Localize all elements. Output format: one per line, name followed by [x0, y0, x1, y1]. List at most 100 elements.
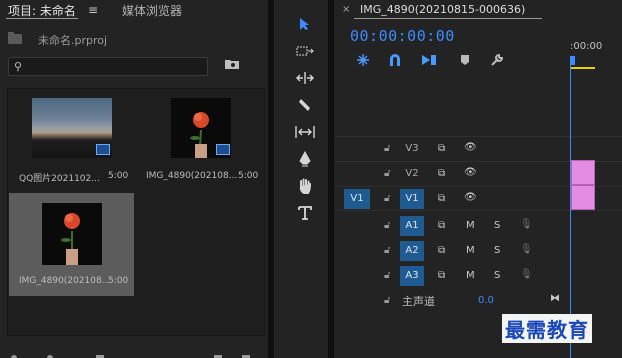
sync-lock-icon[interactable]: ⧉ — [438, 270, 445, 281]
linked-selection-button[interactable] — [420, 52, 438, 68]
work-area-bar[interactable] — [570, 67, 595, 69]
active-tab-indicator — [354, 18, 542, 19]
clip-duration: 5:00 — [108, 171, 129, 181]
lock-icon[interactable]: 🔓︎ — [384, 168, 390, 179]
solo-button[interactable]: S — [494, 220, 500, 231]
project-tabs: 项目: 未命名 ≡ 媒体浏览器 — [0, 0, 268, 20]
hand-tool-button[interactable] — [292, 174, 318, 198]
nest-toggle-button[interactable] — [354, 52, 372, 68]
timeline-clip[interactable] — [571, 160, 595, 185]
track-target[interactable]: V2 — [400, 164, 424, 184]
active-tab-indicator — [6, 18, 78, 19]
arrow-icon — [300, 18, 309, 30]
folder-search-icon — [225, 60, 239, 69]
sync-lock-icon[interactable]: ⧉ — [438, 220, 445, 231]
hamburger-icon[interactable]: ≡ — [88, 3, 98, 17]
clip-bin: QQ图片2021102... 5:00 IMG_4890(202108... 5… — [7, 88, 265, 336]
audio-track-a1: 🔓︎ A1 ⧉ M S 🎙︎ — [334, 214, 622, 239]
search-input[interactable]: ⚲ — [8, 57, 208, 76]
wrench-icon — [491, 53, 504, 66]
track-area[interactable] — [570, 289, 622, 313]
track-target[interactable]: V3 — [400, 139, 424, 159]
clip-name: QQ图片2021102... — [19, 174, 100, 184]
pen-tool-button[interactable] — [292, 147, 318, 171]
track-area[interactable] — [570, 214, 622, 239]
track-area[interactable] — [570, 137, 622, 161]
razor-tool-button[interactable] — [292, 93, 318, 117]
selection-tool-button[interactable] — [292, 12, 318, 36]
microphone-icon[interactable]: 🎙︎ — [520, 219, 533, 230]
clip-item[interactable]: IMG_4890(202108... 5:00 — [138, 89, 263, 193]
lock-icon[interactable]: 🔓︎ — [384, 220, 390, 231]
video-track-v3: 🔓︎ V3 ⧉ 👁︎ — [334, 136, 622, 161]
pen-icon — [299, 151, 311, 167]
clip-item-selected[interactable]: IMG_4890(202108... 5:00 — [9, 193, 134, 296]
clip-name: IMG_4890(202108... — [19, 276, 111, 286]
track-target[interactable]: A1 — [400, 216, 424, 236]
playhead-line[interactable] — [570, 56, 571, 358]
eye-icon[interactable]: 👁︎ — [464, 142, 477, 153]
lock-icon[interactable]: 🔓︎ — [384, 245, 390, 256]
track-header: 🔓︎ A3 ⧉ M S 🎙︎ — [334, 264, 569, 289]
sync-lock-icon[interactable]: ⧉ — [438, 193, 445, 204]
nest-icon — [357, 54, 369, 66]
image-sequence-icon — [96, 144, 110, 155]
solo-button[interactable]: S — [494, 245, 500, 256]
type-tool-button[interactable] — [292, 201, 318, 225]
snap-button[interactable] — [386, 52, 404, 68]
track-select-icon — [296, 46, 314, 56]
sequence-icon — [216, 144, 230, 155]
panel-divider[interactable] — [268, 0, 274, 358]
track-header: V1 🔓︎ V1 ⧉ 👁︎ — [334, 187, 569, 210]
ripple-edit-icon — [296, 72, 314, 84]
mute-button[interactable]: M — [466, 245, 475, 256]
eye-icon[interactable]: 👁︎ — [464, 192, 477, 203]
lock-icon[interactable]: 🔓︎ — [384, 295, 390, 306]
add-marker-button[interactable] — [456, 52, 474, 68]
mute-button[interactable]: M — [466, 270, 475, 281]
track-area[interactable] — [570, 264, 622, 289]
sync-lock-icon[interactable]: ⧉ — [438, 168, 445, 179]
sync-lock-icon[interactable]: ⧉ — [438, 143, 445, 154]
track-header: 🔓︎ V3 ⧉ 👁︎ — [334, 137, 569, 161]
sync-lock-icon[interactable]: ⧉ — [438, 245, 445, 256]
clip-duration: 5:00 — [108, 276, 129, 286]
mute-button[interactable]: M — [466, 220, 475, 231]
lock-icon[interactable]: 🔓︎ — [384, 193, 390, 204]
sequence-tab[interactable]: IMG_4890(20210815-000636) — [360, 3, 525, 16]
microphone-icon[interactable]: 🎙︎ — [520, 244, 533, 255]
tab-media-browser[interactable]: 媒体浏览器 — [122, 2, 182, 19]
eye-icon[interactable]: 👁︎ — [464, 167, 477, 178]
track-target[interactable]: A3 — [400, 266, 424, 286]
ruler-timecode: :00:00 — [570, 41, 603, 52]
ripple-edit-tool-button[interactable] — [292, 66, 318, 90]
new-bin-button[interactable] — [224, 58, 242, 74]
track-header: 🔓︎ A2 ⧉ M S 🎙︎ — [334, 239, 569, 264]
close-icon[interactable]: × — [342, 4, 350, 15]
clip-duration: 5:00 — [238, 171, 259, 181]
project-bottom-toolbar — [0, 345, 268, 358]
lock-icon[interactable]: 🔓︎ — [384, 270, 390, 281]
marker-icon — [461, 55, 469, 65]
track-select-tool-button[interactable] — [292, 39, 318, 63]
clip-item[interactable]: QQ图片2021102... 5:00 — [8, 89, 133, 193]
project-panel: 项目: 未命名 ≡ 媒体浏览器 未命名.prproj ⚲ QQ图片2021102… — [0, 0, 268, 358]
solo-button[interactable]: S — [494, 270, 500, 281]
tab-project[interactable]: 项目: 未命名 — [8, 2, 76, 19]
slip-tool-button[interactable] — [292, 120, 318, 144]
track-header: 🔓︎ V2 ⧉ 👁︎ — [334, 162, 569, 186]
lock-icon[interactable]: 🔓︎ — [384, 143, 390, 154]
playhead-timecode[interactable]: 00:00:00:00 — [350, 27, 455, 45]
clip-name: IMG_4890(202108... — [146, 171, 238, 181]
master-volume-value[interactable]: 0.0 — [478, 295, 494, 306]
magnet-icon — [390, 54, 400, 66]
go-to-out-icon[interactable]: ⧓ — [550, 293, 560, 304]
timeline-clip[interactable] — [571, 185, 595, 210]
track-target[interactable]: V1 — [400, 189, 424, 209]
microphone-icon[interactable]: 🎙︎ — [520, 269, 533, 280]
track-area[interactable] — [570, 239, 622, 264]
track-target[interactable]: A2 — [400, 241, 424, 261]
source-patch[interactable]: V1 — [344, 189, 370, 209]
audio-track-a3: 🔓︎ A3 ⧉ M S 🎙︎ — [334, 264, 622, 289]
timeline-settings-button[interactable] — [488, 52, 506, 68]
